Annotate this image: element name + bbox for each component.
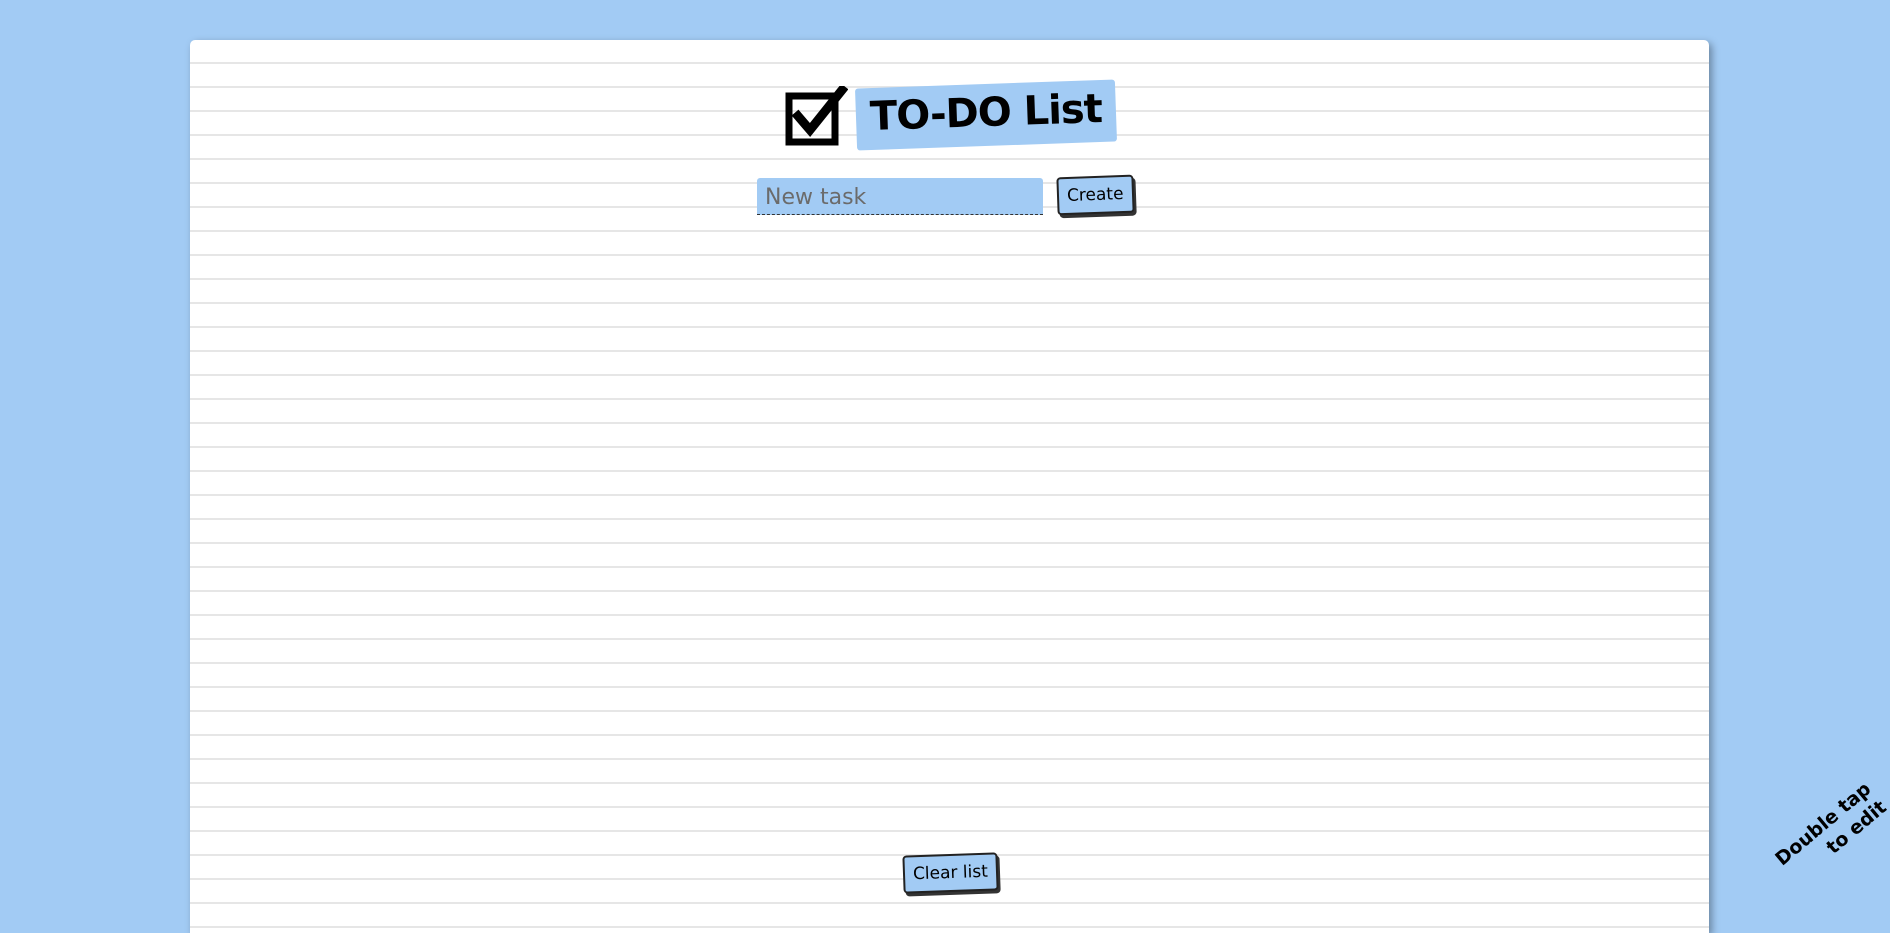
checkbox-checked-icon [785, 86, 848, 146]
page-title: TO-DO List [854, 79, 1117, 151]
create-button[interactable]: Create [1056, 174, 1135, 216]
todo-paper: TO-DO List Create Clear list [190, 40, 1709, 933]
header: TO-DO List [190, 79, 1709, 151]
double-tap-hint: Double tap to edit [1769, 777, 1890, 891]
new-task-form: Create [757, 174, 1135, 216]
new-task-input[interactable] [757, 178, 1043, 215]
clear-list-button[interactable]: Clear list [902, 852, 999, 894]
